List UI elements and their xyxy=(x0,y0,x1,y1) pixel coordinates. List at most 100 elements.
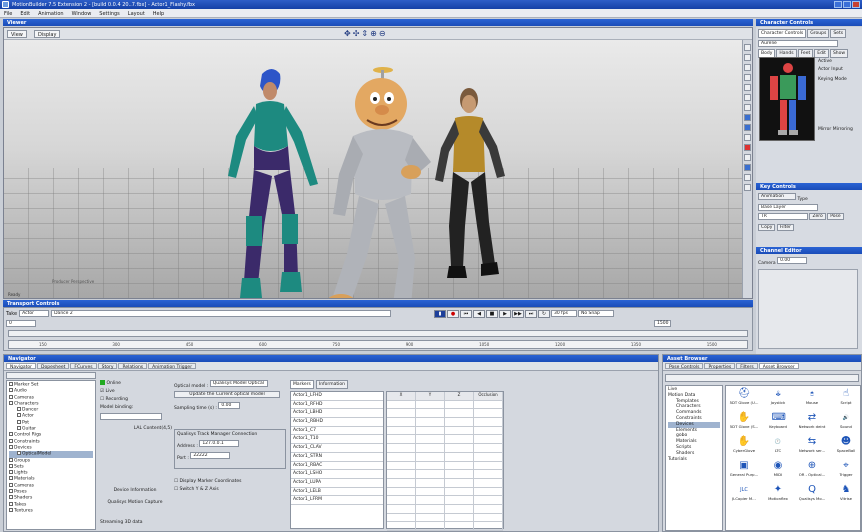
tab-groups[interactable]: Groups xyxy=(807,29,830,38)
asset-item[interactable]: ⇆ Network ser... xyxy=(795,435,829,459)
display-marker-checkbox[interactable]: Display Marker Coordinates xyxy=(179,479,241,484)
tr-selector[interactable]: TR xyxy=(758,213,808,220)
asset-item[interactable]: JLC JLCopier M... xyxy=(727,483,761,507)
grid-cell[interactable] xyxy=(474,400,503,409)
grid-cell[interactable] xyxy=(445,496,474,504)
asset-item[interactable]: 🕹 Joystick xyxy=(761,387,795,411)
grid-cell[interactable] xyxy=(387,496,416,504)
female-dancer-figure[interactable] xyxy=(214,66,324,299)
grid-cell[interactable] xyxy=(387,470,416,478)
grid-cell[interactable] xyxy=(416,444,445,452)
expand-icon[interactable] xyxy=(9,394,13,399)
filter-button[interactable]: Filter xyxy=(776,224,795,231)
grid-cell[interactable] xyxy=(416,504,445,513)
move-icon[interactable]: ✥ xyxy=(344,29,351,38)
grid-cell[interactable] xyxy=(445,504,474,513)
asset-item[interactable]: ✋ CyberGlove xyxy=(727,435,761,459)
grid-cell[interactable] xyxy=(474,426,503,435)
character-selector[interactable]: Aurelie xyxy=(758,40,838,47)
grid-cell[interactable] xyxy=(474,435,503,444)
grid-cell[interactable] xyxy=(387,478,416,487)
grid-row[interactable] xyxy=(387,504,503,514)
zero-button[interactable]: Zero xyxy=(809,213,826,220)
grid-cell[interactable] xyxy=(416,487,445,496)
pin-tool-icon[interactable] xyxy=(744,184,751,191)
hide-tool-icon[interactable] xyxy=(744,114,751,121)
grid-row[interactable] xyxy=(387,409,503,419)
grid-cell[interactable] xyxy=(474,513,503,522)
tab-sets[interactable]: Sets xyxy=(830,29,847,38)
grid-row[interactable] xyxy=(387,496,503,505)
grid-row[interactable] xyxy=(387,478,503,488)
pose-button[interactable]: Pose xyxy=(827,213,844,220)
asset-item[interactable]: ▣ General Purp... xyxy=(727,459,761,483)
grid-cell[interactable] xyxy=(416,522,445,530)
grid-row[interactable] xyxy=(387,487,503,497)
go-end-icon[interactable]: ⏭ xyxy=(525,310,537,318)
asset-item[interactable]: 🔊 Sound xyxy=(829,411,862,435)
record-tool-icon[interactable] xyxy=(744,144,751,151)
grid-cell[interactable] xyxy=(416,409,445,418)
expand-icon[interactable] xyxy=(17,419,21,424)
menu-edit[interactable]: Edit xyxy=(20,11,30,17)
asset-item[interactable]: 🕐 LTC xyxy=(761,435,795,459)
view-menu-button[interactable]: View xyxy=(7,30,27,38)
grid-cell[interactable] xyxy=(474,461,503,470)
sampling-time-field[interactable]: 0.00 xyxy=(218,402,241,409)
copy-button[interactable]: Copy xyxy=(758,224,776,231)
layout-tool-icon[interactable] xyxy=(744,174,751,181)
grid-cell[interactable] xyxy=(416,461,445,470)
grid-cell[interactable] xyxy=(474,487,503,496)
expand-icon[interactable] xyxy=(17,413,21,418)
marker-row[interactable]: Actor1_LFHD xyxy=(291,392,383,401)
prev-key-icon[interactable]: ◀ xyxy=(473,310,485,318)
take-name-field[interactable]: Dance 2 xyxy=(51,310,392,317)
marker-coordinate-grid[interactable]: X Y Z Occlusion xyxy=(386,391,504,531)
grid-cell[interactable] xyxy=(474,496,503,504)
pan-icon[interactable]: ✣ xyxy=(353,29,360,38)
grid-cell[interactable] xyxy=(474,444,503,452)
marker-row[interactable]: Actor1_C7 xyxy=(291,427,383,436)
play-icon[interactable]: ▶ xyxy=(499,310,511,318)
grid-cell[interactable] xyxy=(474,522,503,530)
time-display-icon[interactable]: ▮ xyxy=(434,310,446,318)
tab-animation-trigger[interactable]: Animation Trigger xyxy=(148,363,197,370)
marker-list[interactable]: Actor1_LFHD Actor1_RFHD Actor1_LBHD Actor1_… xyxy=(290,391,384,529)
asset-item[interactable]: ☻ SpaceBall xyxy=(829,435,862,459)
grid-cell[interactable] xyxy=(474,418,503,426)
grid-row[interactable] xyxy=(387,418,503,427)
record-icon[interactable]: ● xyxy=(447,310,459,318)
translate-tool-icon[interactable] xyxy=(744,54,751,61)
tab-story[interactable]: Story xyxy=(97,363,118,370)
expand-icon[interactable] xyxy=(9,438,13,443)
tab-properties[interactable]: Properties xyxy=(704,363,736,370)
tab-pose-controls[interactable]: Pose Controls xyxy=(665,363,704,370)
grid-cell[interactable] xyxy=(474,452,503,461)
tree-item[interactable]: Textures xyxy=(9,507,93,514)
grid-row[interactable] xyxy=(387,444,503,453)
asset-item[interactable]: ✦ Motionflex xyxy=(761,483,795,507)
loop-icon[interactable]: ↻ xyxy=(538,310,550,318)
expand-icon[interactable] xyxy=(9,444,13,449)
grid-cell[interactable] xyxy=(445,470,474,478)
marker-row[interactable]: Actor1_T10 xyxy=(291,435,383,445)
layer-selector[interactable]: Base Layer xyxy=(758,204,818,211)
expand-icon[interactable] xyxy=(9,400,13,405)
fps-selector[interactable]: 30 fps xyxy=(551,310,577,317)
asset-item[interactable]: ☝ Script xyxy=(829,387,862,411)
subtab-show[interactable]: Show xyxy=(829,49,849,58)
character-body-map[interactable] xyxy=(759,57,815,141)
mirror-checkbox[interactable]: Mirror Mirroring xyxy=(818,127,853,132)
expand-icon[interactable] xyxy=(9,463,13,468)
zoom-tool-icon[interactable] xyxy=(744,94,751,101)
expand-icon[interactable] xyxy=(9,470,13,475)
grid-cell[interactable] xyxy=(416,418,445,426)
expand-icon[interactable] xyxy=(17,451,21,456)
guitarist-figure[interactable] xyxy=(429,86,509,296)
grid-row[interactable] xyxy=(387,470,503,479)
stop-icon[interactable]: ■ xyxy=(486,310,498,318)
port-field[interactable]: 22222 xyxy=(190,452,231,459)
marker-row[interactable]: Actor1_LSHO xyxy=(291,470,383,479)
asset-folder-tree[interactable]: Live Motion Data Templates Characters Comman… xyxy=(665,385,723,531)
grid-cell[interactable] xyxy=(387,452,416,461)
